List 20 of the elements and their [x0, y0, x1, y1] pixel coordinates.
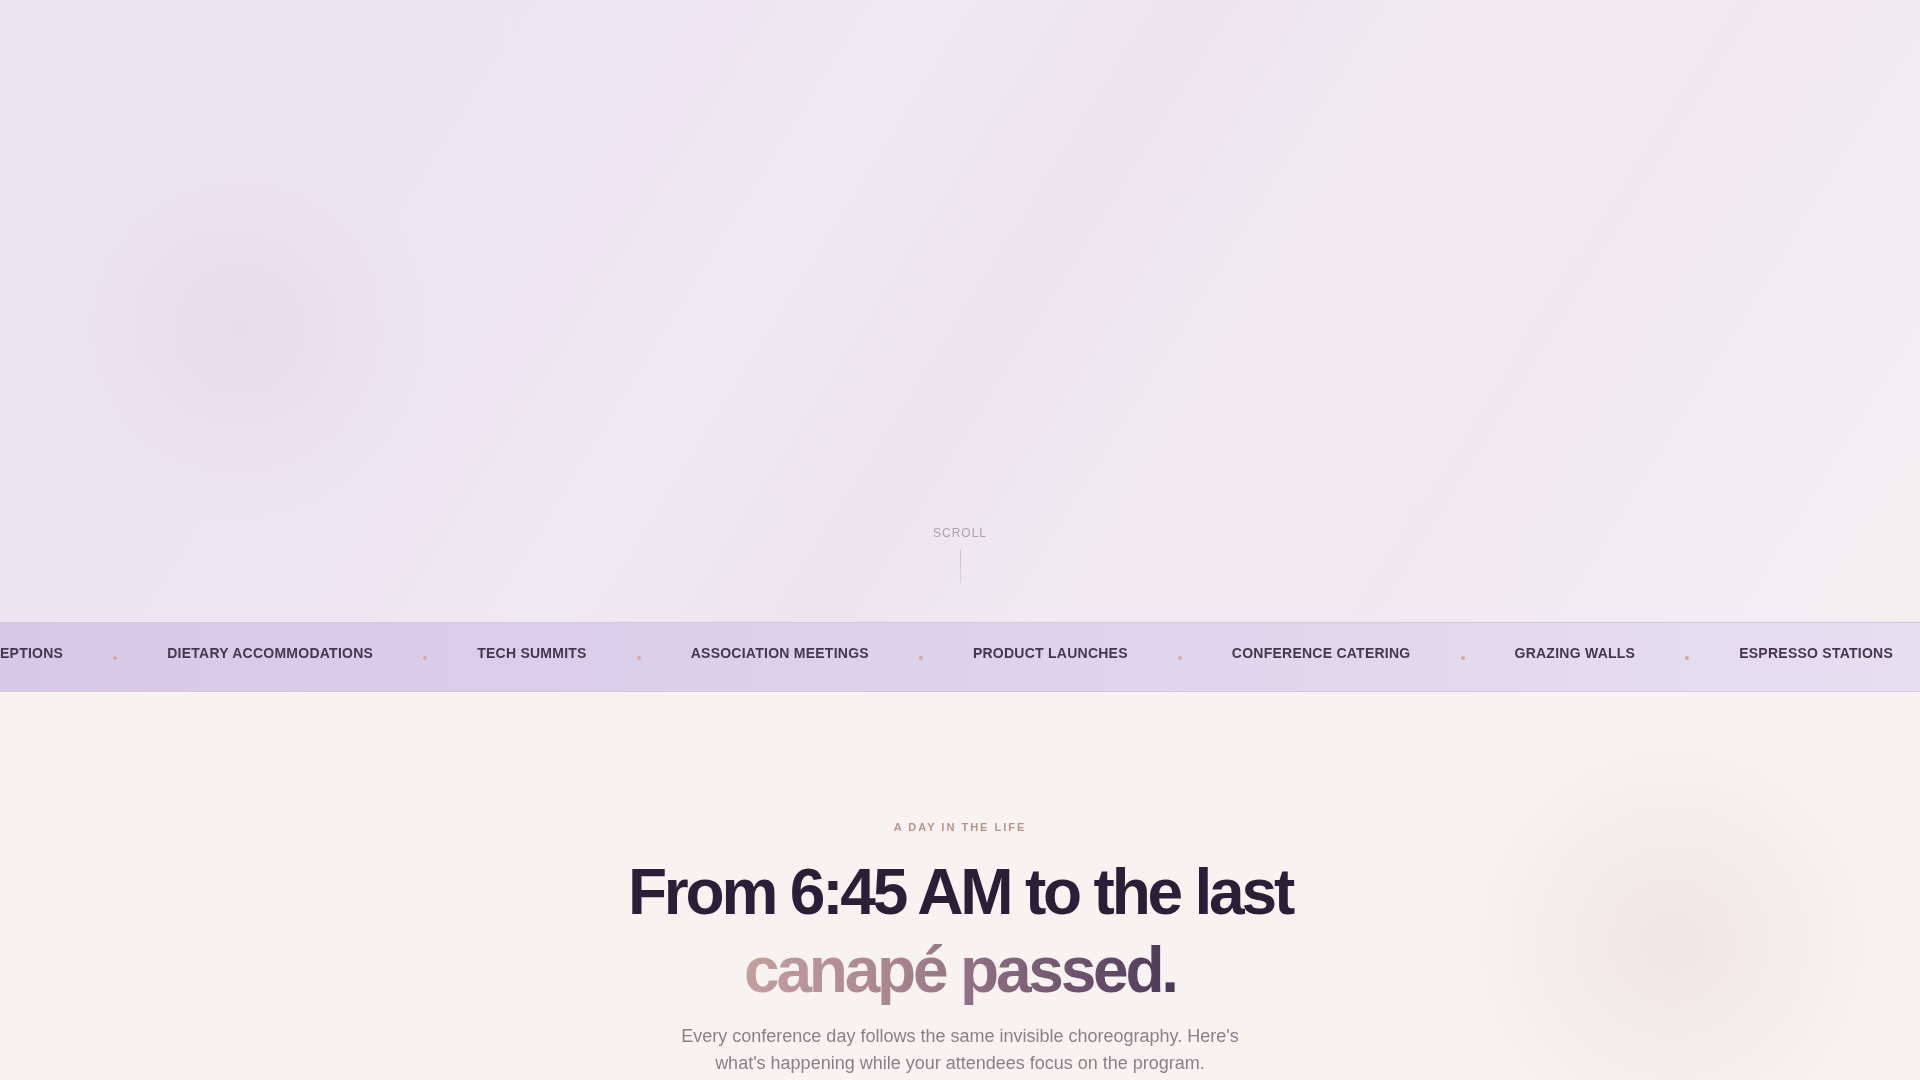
- marquee-item: CONFERENCE CATERING: [1231, 644, 1411, 662]
- dot-icon: [113, 655, 118, 660]
- marquee-item: DIETARY ACCOMMODATIONS: [167, 644, 374, 662]
- marquee-item: GRAZING WALLS: [1514, 644, 1636, 662]
- marquee-item: ESPRESSO STATIONS: [1739, 644, 1894, 662]
- section-description: Every conference day follows the same invisible choreography. Here's what's happening while your attendees focus on the program.: [680, 1025, 1240, 1075]
- section-eyebrow: A DAY IN THE LIFE: [893, 820, 1027, 835]
- scroll-label: SCROLL: [933, 526, 987, 540]
- marquee-item: TECH SUMMITS: [477, 644, 587, 662]
- dot-icon: [1685, 655, 1690, 660]
- section-heading: From 6:45 AM to the last canapé passed.: [627, 853, 1292, 1009]
- dot-icon: [636, 655, 641, 660]
- dot-icon: [1460, 655, 1465, 660]
- dot-icon: [1177, 655, 1182, 660]
- marquee-item: EPTIONS: [0, 644, 64, 662]
- dot-icon: [918, 655, 923, 660]
- dot-icon: [423, 655, 428, 660]
- marquee-item: PRODUCT LAUNCHES: [972, 644, 1128, 662]
- scroll-line-icon: [959, 550, 961, 583]
- marquee-item: ASSOCIATION MEETINGS: [690, 644, 869, 662]
